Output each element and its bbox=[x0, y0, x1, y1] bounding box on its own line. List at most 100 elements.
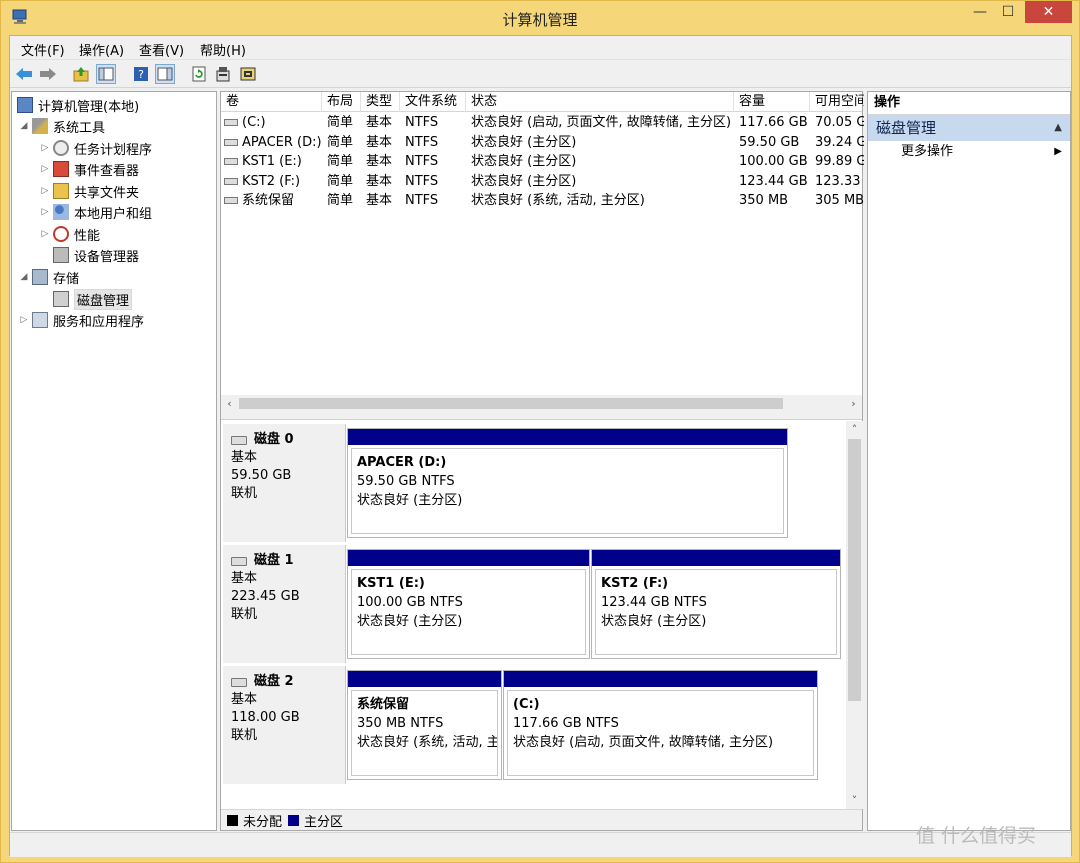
column-header-layout[interactable]: 布局 bbox=[322, 92, 361, 112]
help-icon[interactable]: ? bbox=[131, 64, 151, 84]
scroll-down-icon[interactable]: ˅ bbox=[846, 792, 863, 809]
expand-icon[interactable]: ▷ bbox=[39, 207, 51, 217]
menu-action[interactable]: 操作(A) bbox=[79, 40, 124, 59]
tools-icon bbox=[32, 118, 48, 134]
pane-splitter[interactable] bbox=[221, 412, 862, 420]
actions-section-disk-management[interactable]: 磁盘管理 ▲ bbox=[868, 115, 1070, 141]
column-header-type[interactable]: 类型 bbox=[361, 92, 400, 112]
column-header-capacity[interactable]: 容量 bbox=[734, 92, 810, 112]
scroll-right-icon[interactable]: › bbox=[845, 395, 862, 412]
scroll-thumb[interactable] bbox=[848, 439, 861, 701]
partition-block[interactable]: KST2 (F:) 123.44 GB NTFS 状态良好 (主分区) bbox=[591, 549, 841, 659]
column-header-status[interactable]: 状态 bbox=[466, 92, 734, 112]
tree-item-system-tools[interactable]: ◢ 系统工具 bbox=[18, 116, 105, 136]
partition-name: 系统保留 bbox=[357, 697, 410, 712]
more-actions-item[interactable]: 更多操作 ▶ bbox=[868, 141, 1070, 163]
up-folder-icon[interactable] bbox=[71, 64, 91, 84]
tree-item-shared-folders[interactable]: ▷ 共享文件夹 bbox=[39, 181, 139, 201]
menu-file[interactable]: 文件(F) bbox=[21, 40, 65, 59]
title-bar[interactable]: 计算机管理 — ☐ ✕ bbox=[1, 1, 1079, 35]
forward-icon[interactable] bbox=[38, 64, 58, 84]
table-cell: 状态良好 (主分区) bbox=[471, 154, 577, 169]
refresh-icon[interactable] bbox=[189, 64, 209, 84]
partition-block[interactable]: KST1 (E:) 100.00 GB NTFS 状态良好 (主分区) bbox=[347, 549, 590, 659]
disk-settings-icon[interactable] bbox=[238, 64, 258, 84]
maximize-button[interactable]: ☐ bbox=[993, 1, 1023, 23]
volume-icon bbox=[224, 119, 238, 126]
table-cell: 简单 bbox=[327, 154, 354, 169]
actions-pane: 操作 磁盘管理 ▲ 更多操作 ▶ bbox=[867, 91, 1071, 831]
menu-help[interactable]: 帮助(H) bbox=[200, 40, 246, 59]
table-cell: 简单 bbox=[327, 173, 354, 189]
disk-name: 磁盘 0 bbox=[231, 431, 345, 449]
collapse-icon[interactable]: ◢ bbox=[18, 272, 30, 282]
volume-icon bbox=[224, 158, 238, 165]
disk-type: 基本 bbox=[231, 450, 258, 465]
column-header-filesystem[interactable]: 文件系统 bbox=[400, 92, 466, 112]
back-icon[interactable] bbox=[14, 64, 34, 84]
disk-label-0[interactable]: 磁盘 0 基本 59.50 GB 联机 bbox=[223, 424, 346, 542]
disk-label-2[interactable]: 磁盘 2 基本 118.00 GB 联机 bbox=[223, 666, 346, 784]
computer-icon bbox=[17, 97, 33, 113]
tree-item-device-manager[interactable]: 设备管理器 bbox=[51, 245, 139, 265]
expand-icon[interactable]: ▷ bbox=[39, 229, 51, 239]
table-cell: NTFS bbox=[405, 173, 439, 189]
table-row[interactable]: APACER (D:) 简单 基本 NTFS 状态良好 (主分区) 59.50 GB 39.… bbox=[221, 133, 864, 152]
menu-view[interactable]: 查看(V) bbox=[139, 40, 184, 59]
partition-block[interactable]: APACER (D:) 59.50 GB NTFS 状态良好 (主分区) bbox=[347, 428, 788, 538]
tree-item-disk-management[interactable]: 磁盘管理 bbox=[51, 288, 133, 310]
show-hide-tree-icon[interactable] bbox=[96, 64, 116, 84]
table-row[interactable]: 系统保留 简单 基本 NTFS 状态良好 (系统, 活动, 主分区) 350 MB 305 … bbox=[221, 191, 864, 210]
table-row[interactable]: KST2 (F:) 简单 基本 NTFS 状态良好 (主分区) 123.44 GB 123.… bbox=[221, 172, 862, 191]
volume-list-header: 卷 布局 类型 文件系统 状态 容量 可用空间 bbox=[221, 92, 864, 112]
column-header-free-space[interactable]: 可用空间 bbox=[810, 92, 864, 112]
tree-item-local-users[interactable]: ▷ 本地用户和组 bbox=[39, 202, 152, 222]
expand-icon[interactable]: ▷ bbox=[39, 186, 51, 196]
disk-type: 基本 bbox=[231, 692, 258, 707]
scroll-up-icon[interactable]: ˄ bbox=[846, 421, 863, 438]
tree-item-performance[interactable]: ▷ 性能 bbox=[39, 224, 100, 244]
table-cell: 123.33 bbox=[815, 173, 861, 189]
table-cell: 100.00 GB bbox=[739, 154, 808, 169]
disk-icon bbox=[231, 435, 247, 445]
table-cell: 状态良好 (主分区) bbox=[471, 173, 577, 189]
users-icon bbox=[53, 204, 69, 220]
partition-block[interactable]: (C:) 117.66 GB NTFS 状态良好 (启动, 页面文件, 故障转储, … bbox=[503, 670, 818, 780]
collapse-icon[interactable]: ◢ bbox=[18, 121, 30, 131]
collapse-section-icon[interactable]: ▲ bbox=[1054, 115, 1062, 141]
disk-management-icon bbox=[53, 291, 69, 307]
tree-item-task-scheduler[interactable]: ▷ 任务计划程序 bbox=[39, 138, 152, 158]
partition-status: 状态良好 (启动, 页面文件, 故障转储, 主分区) bbox=[513, 735, 774, 750]
tree-item-storage[interactable]: ◢ 存储 bbox=[18, 267, 79, 287]
tree-item-services-apps[interactable]: ▷ 服务和应用程序 bbox=[18, 310, 144, 330]
table-cell: KST1 (E:) bbox=[221, 152, 322, 171]
close-button[interactable]: ✕ bbox=[1025, 1, 1072, 23]
partition-size: 117.66 GB NTFS bbox=[513, 716, 619, 731]
properties-icon[interactable] bbox=[213, 64, 233, 84]
partition-size: 350 MB NTFS bbox=[357, 716, 444, 731]
disk-name: 磁盘 1 bbox=[231, 552, 345, 570]
expand-icon[interactable]: ▷ bbox=[18, 315, 30, 325]
disk-size: 118.00 GB bbox=[231, 710, 300, 725]
device-manager-icon bbox=[53, 247, 69, 263]
horizontal-scrollbar[interactable]: ‹ › bbox=[221, 395, 862, 412]
expand-icon[interactable]: ▷ bbox=[39, 164, 51, 174]
expand-icon[interactable]: ▷ bbox=[39, 143, 51, 153]
tree-item-event-viewer[interactable]: ▷ 事件查看器 bbox=[39, 159, 139, 179]
services-icon bbox=[32, 312, 48, 328]
window-title: 计算机管理 bbox=[502, 11, 578, 29]
scroll-left-icon[interactable]: ‹ bbox=[221, 395, 238, 412]
partition-type-bar bbox=[348, 671, 501, 687]
status-bar bbox=[10, 832, 1071, 857]
tree-item-root[interactable]: 计算机管理(本地) bbox=[15, 95, 139, 115]
partition-block[interactable]: 系统保留 350 MB NTFS 状态良好 (系统, 活动, 主 bbox=[347, 670, 502, 780]
scroll-thumb[interactable] bbox=[239, 398, 783, 409]
disk-size: 223.45 GB bbox=[231, 589, 300, 604]
show-hide-action-pane-icon[interactable] bbox=[155, 64, 175, 84]
minimize-button[interactable]: — bbox=[965, 1, 995, 23]
disk-label-1[interactable]: 磁盘 1 基本 223.45 GB 联机 bbox=[223, 545, 346, 663]
table-row[interactable]: (C:) 简单 基本 NTFS 状态良好 (启动, 页面文件, 故障转储, 主分区) 11… bbox=[221, 113, 864, 132]
vertical-scrollbar[interactable]: ˄ ˅ bbox=[846, 421, 863, 809]
table-row[interactable]: KST1 (E:) 简单 基本 NTFS 状态良好 (主分区) 100.00 GB 99.8… bbox=[221, 152, 864, 171]
column-header-volume[interactable]: 卷 bbox=[221, 92, 322, 112]
